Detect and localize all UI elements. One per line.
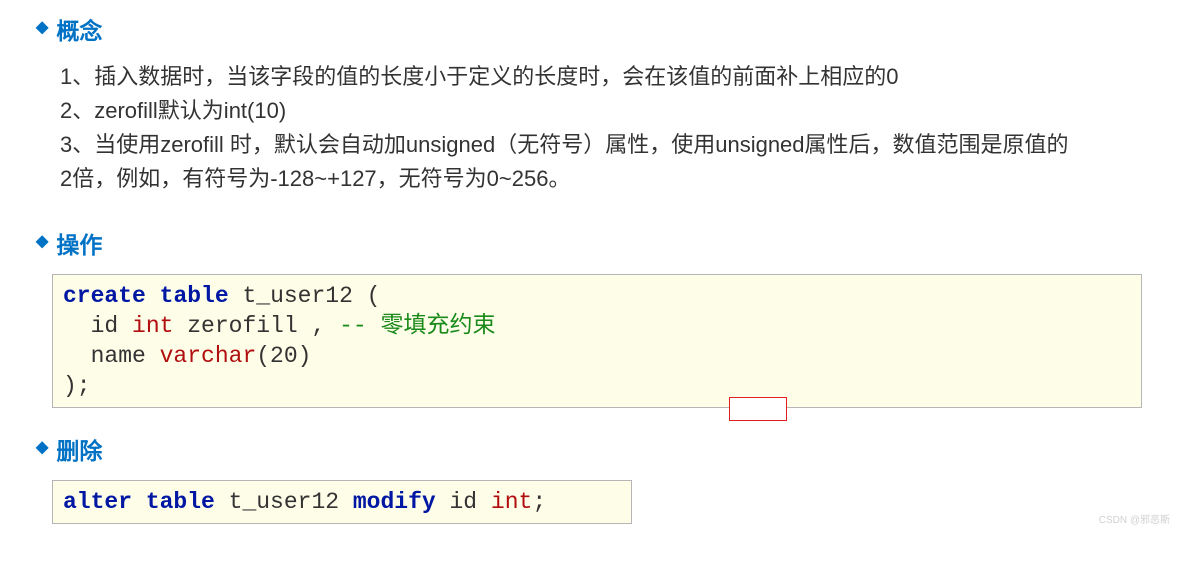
datatype: int bbox=[491, 489, 532, 515]
code-text: ; bbox=[532, 489, 546, 515]
diamond-icon: ◆ bbox=[36, 440, 48, 456]
comment: -- 零填充约束 bbox=[339, 313, 495, 339]
watermark: CSDN @邪恶斯 bbox=[1099, 511, 1170, 526]
concept-body: 1、插入数据时，当该字段的值的长度小于定义的长度时，会在该值的前面补上相应的0 … bbox=[60, 60, 1080, 196]
heading-delete-text: 删除 bbox=[56, 432, 102, 466]
heading-concept-text: 概念 bbox=[56, 12, 102, 46]
code-text: name bbox=[63, 343, 160, 369]
keyword: alter bbox=[63, 489, 132, 515]
keyword: table bbox=[160, 283, 229, 309]
red-highlight-box bbox=[729, 397, 787, 421]
code-text: t_user12 bbox=[215, 489, 353, 515]
heading-concept: ◆ 概念 bbox=[36, 12, 1144, 46]
keyword: create bbox=[63, 283, 146, 309]
keyword: table bbox=[146, 489, 215, 515]
code-text: id bbox=[63, 313, 132, 339]
code-text: ); bbox=[63, 373, 91, 399]
code-text: t_user12 ( bbox=[229, 283, 381, 309]
heading-operation-text: 操作 bbox=[56, 226, 102, 260]
code-text: zerofill , bbox=[173, 313, 339, 339]
code-block-alter: alter table t_user12 modify id int; bbox=[52, 480, 632, 524]
page-root: ◆ 概念 1、插入数据时，当该字段的值的长度小于定义的长度时，会在该值的前面补上… bbox=[0, 0, 1184, 532]
datatype: varchar bbox=[160, 343, 257, 369]
heading-delete: ◆ 删除 bbox=[36, 432, 1144, 466]
concept-item-2: 2、zerofill默认为int(10) bbox=[60, 94, 1080, 128]
datatype: int bbox=[132, 313, 173, 339]
code-text: (20) bbox=[256, 343, 339, 369]
diamond-icon: ◆ bbox=[36, 234, 48, 250]
code-block-create: create table t_user12 ( id int zerofill … bbox=[52, 274, 1142, 408]
concept-item-1: 1、插入数据时，当该字段的值的长度小于定义的长度时，会在该值的前面补上相应的0 bbox=[60, 60, 1080, 94]
code-text: id bbox=[436, 489, 491, 515]
heading-operation: ◆ 操作 bbox=[36, 226, 1144, 260]
keyword: modify bbox=[353, 489, 436, 515]
diamond-icon: ◆ bbox=[36, 20, 48, 36]
concept-item-3: 3、当使用zerofill 时，默认会自动加unsigned（无符号）属性，使用… bbox=[60, 128, 1080, 196]
